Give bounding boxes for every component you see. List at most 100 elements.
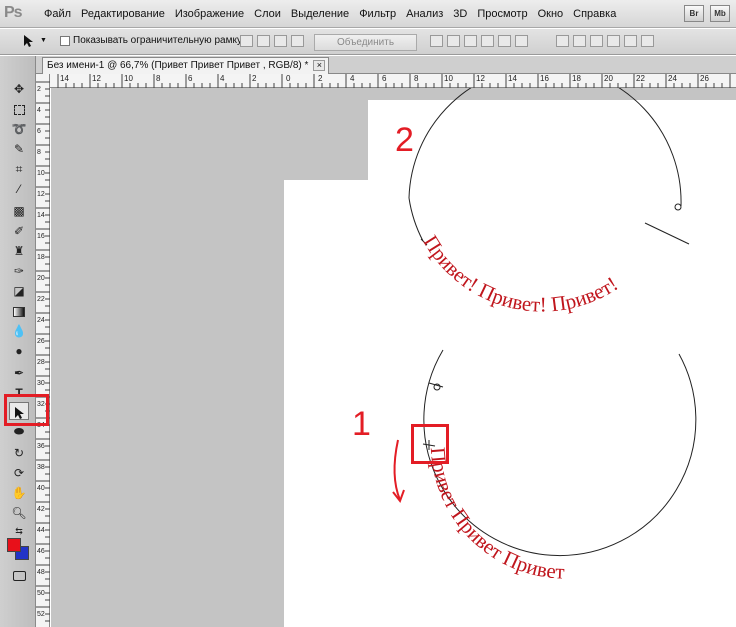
intersect-shape-icon[interactable] (274, 35, 287, 47)
ruler-horizontal: 14 12 10 8 6 4 2 0 2 4 6 8 10 12 14 16 1… (50, 74, 736, 88)
align-left-icon[interactable] (481, 35, 494, 47)
menu-layers[interactable]: Слои (254, 8, 281, 20)
distribute-buttons (556, 35, 654, 47)
ruler-label: 20 (37, 275, 45, 282)
photoshop-logo: Ps (4, 4, 23, 21)
lasso-icon[interactable]: ➰ (9, 120, 29, 138)
3d-orbit-icon[interactable]: ⟳ (9, 464, 29, 482)
ruler-label: 42 (37, 506, 45, 513)
highlight-tool-box (4, 394, 49, 426)
distribute-hcenter-icon[interactable] (624, 35, 637, 47)
close-icon[interactable]: × (313, 60, 326, 71)
path-combine-modes (240, 35, 304, 47)
menu-help[interactable]: Справка (573, 8, 616, 20)
document-title: Без имени-1 @ 66,7% (Привет Привет Приве… (47, 60, 309, 71)
align-vcenter-icon[interactable] (447, 35, 460, 47)
canvas-workspace[interactable]: Привет! Привет! Привет! Привет Привет Пр… (51, 88, 736, 627)
blur-icon[interactable]: 💧 (9, 322, 29, 340)
path-selection-tool-preset-icon[interactable] (22, 34, 34, 48)
distribute-bottom-icon[interactable] (590, 35, 603, 47)
menu-window[interactable]: Окно (538, 8, 564, 20)
align-top-icon[interactable] (430, 35, 443, 47)
show-bounding-box-checkbox[interactable] (60, 36, 70, 46)
3d-rotate-icon[interactable]: ↻ (9, 444, 29, 462)
ruler-label: 4 (37, 107, 41, 114)
menu-view[interactable]: Просмотр (477, 8, 527, 20)
menu-bar: Ps Файл Редактирование Изображение Слои … (0, 0, 736, 28)
ruler-label: 10 (124, 74, 133, 83)
ruler-label: 10 (37, 170, 45, 177)
crop-icon[interactable]: ⌗ (9, 160, 29, 178)
distribute-vcenter-icon[interactable] (573, 35, 586, 47)
zoom-icon[interactable]: 🔍︎ (9, 504, 29, 522)
ruler-label: 50 (37, 590, 45, 597)
chevron-down-icon[interactable]: ▼ (40, 37, 47, 44)
distribute-left-icon[interactable] (607, 35, 620, 47)
align-bottom-icon[interactable] (464, 35, 477, 47)
ruler-label: 22 (636, 74, 645, 83)
ruler-label: 6 (382, 74, 387, 83)
menu-image[interactable]: Изображение (175, 8, 244, 20)
history-brush-icon[interactable]: ✑ (9, 262, 29, 280)
ruler-label: 4 (350, 74, 355, 83)
menu-edit[interactable]: Редактирование (81, 8, 165, 20)
menu-analysis[interactable]: Анализ (406, 8, 443, 20)
path-anchor-line[interactable] (644, 222, 690, 245)
mini-bridge-button[interactable]: Mb (710, 5, 730, 22)
align-hcenter-icon[interactable] (498, 35, 511, 47)
combine-button[interactable]: Объединить (314, 34, 417, 51)
show-bounding-box-label: Показывать ограничительную рамку (73, 35, 242, 46)
exclude-shape-icon[interactable] (291, 35, 304, 47)
ruler-label: 8 (37, 149, 41, 156)
annotation-number-2: 2 (395, 121, 414, 159)
ruler-label: 14 (508, 74, 517, 83)
document-tab[interactable]: Без имени-1 @ 66,7% (Привет Привет Приве… (42, 57, 330, 74)
ruler-label: 2 (318, 74, 323, 83)
text-on-path-bottom[interactable]: Привет Привет Привет (426, 446, 565, 583)
pen-icon[interactable]: ✒ (9, 364, 29, 382)
quick-mask-icon[interactable] (9, 566, 29, 584)
eyedropper-icon[interactable]: ⁄ (9, 180, 29, 198)
ruler-label: 16 (540, 74, 549, 83)
menu-3d[interactable]: 3D (453, 8, 467, 20)
canvas-drawing: Привет! Привет! Привет! Привет Привет Пр… (392, 88, 697, 584)
ruler-label: 38 (37, 464, 45, 471)
stamp-icon[interactable]: ♜ (9, 242, 29, 260)
eraser-icon[interactable]: ◪ (9, 282, 29, 300)
document-tab-bar: Без имени-1 @ 66,7% (Привет Привет Приве… (36, 56, 736, 74)
brush-icon[interactable]: ✐ (9, 222, 29, 240)
ruler-label: 12 (37, 191, 45, 198)
ruler-label: 0 (286, 74, 291, 83)
menu-select[interactable]: Выделение (291, 8, 349, 20)
ruler-label: 12 (476, 74, 485, 83)
distribute-right-icon[interactable] (641, 35, 654, 47)
marquee-icon[interactable] (9, 100, 29, 118)
gradient-icon[interactable] (9, 302, 29, 320)
menu-file[interactable]: Файл (44, 8, 71, 20)
bridge-button[interactable]: Br (684, 5, 704, 22)
healing-icon[interactable]: ▩ (9, 202, 29, 220)
distribute-top-icon[interactable] (556, 35, 569, 47)
ruler-label: 36 (37, 443, 45, 450)
hand-icon[interactable]: ✋ (9, 484, 29, 502)
ruler-vertical: 2 4 6 8 10 12 14 16 18 20 22 24 26 28 30 32 34 36 38 40 42 44… (36, 74, 50, 627)
tools-panel: ✥ ➰ ✎ ⌗ ⁄ ▩ ✐ ♜ ✑ ◪ 💧 ● ✒ T ⬬ ↻ ⟳ ✋ 🔍︎ ⇆ (0, 56, 36, 627)
ruler-label: 46 (37, 548, 45, 555)
align-buttons (430, 35, 528, 47)
ruler-label: 2 (252, 74, 257, 83)
ruler-label: 4 (220, 74, 225, 83)
circle-path-top[interactable] (408, 88, 682, 207)
menu-filter[interactable]: Фильтр (359, 8, 396, 20)
text-on-path-top[interactable]: Привет! Привет! Привет! (419, 231, 623, 317)
move-icon[interactable]: ✥ (9, 80, 29, 98)
annotation-number-1: 1 (352, 405, 371, 443)
dodge-icon[interactable]: ● (9, 342, 29, 360)
add-to-shape-icon[interactable] (240, 35, 253, 47)
align-right-icon[interactable] (515, 35, 528, 47)
foreground-color-swatch[interactable] (7, 538, 21, 552)
ruler-label: 24 (668, 74, 677, 83)
subtract-shape-icon[interactable] (257, 35, 270, 47)
quick-selection-icon[interactable]: ✎ (9, 140, 29, 158)
path-anchor-point[interactable] (674, 203, 682, 211)
ruler-label: 24 (37, 317, 45, 324)
